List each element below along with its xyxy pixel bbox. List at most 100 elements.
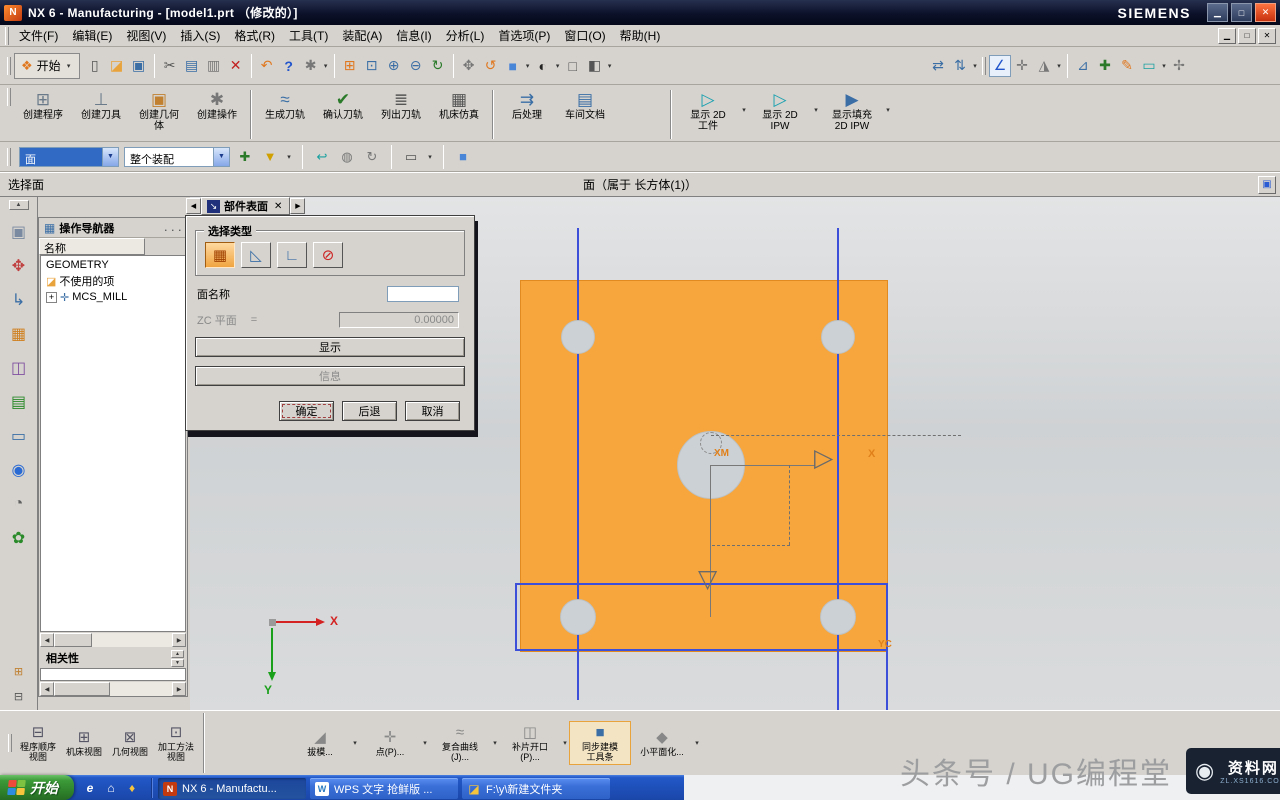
zoom-in-icon[interactable]: ⊕ — [383, 55, 405, 77]
spin-up-icon[interactable]: ▲ — [171, 650, 184, 658]
back-selection-icon[interactable]: ↩ — [312, 147, 332, 167]
menu-format[interactable]: 格式(R) — [227, 24, 282, 47]
expand-icon[interactable]: + — [46, 292, 57, 303]
datum-icon[interactable]: ◮ — [1033, 55, 1055, 77]
hole-face[interactable] — [560, 599, 596, 635]
show-filled-2d-ipw-button[interactable]: ▶ 显示填充 2D IPW — [820, 88, 884, 132]
menu-assemblies[interactable]: 装配(A) — [335, 24, 389, 47]
tab-close-button[interactable]: ✕ — [272, 201, 284, 212]
palette-list-icon[interactable]: ⊟ — [10, 689, 28, 704]
snap-toggle-icon[interactable]: ✚ — [235, 147, 255, 167]
show-2d-ipw-button[interactable]: ▷ 显示 2D IPW — [748, 88, 812, 132]
show-filled-2d-ipw-caret-icon[interactable]: ▾ — [884, 106, 892, 114]
ie-quicklaunch-icon[interactable]: e — [81, 779, 99, 797]
navigator-header[interactable]: ▦ 操作导航器 . . . — [39, 218, 187, 238]
taskbar-task-nx[interactable]: N NX 6 - Manufactu... — [158, 778, 306, 799]
tree-item-unused[interactable]: ◪ 不使用的项 — [41, 273, 185, 289]
dependencies-hscrollbar[interactable]: ◀ ▶ — [40, 682, 186, 696]
scroll-left-icon[interactable]: ◀ — [40, 682, 54, 696]
show-2d-workpiece-button[interactable]: ▷ 显示 2D 工件 — [676, 88, 740, 132]
swatch-caret-icon[interactable]: ▾ — [606, 62, 614, 70]
filter-icon[interactable]: ✢ — [1168, 55, 1190, 77]
rectangle-select-caret-icon[interactable]: ▾ — [426, 153, 434, 161]
verify-toolpath-button[interactable]: ✔ 确认刀轨 — [314, 88, 372, 121]
cut-icon[interactable]: ✂ — [159, 55, 181, 77]
sphere-select-icon[interactable]: ◍ — [337, 147, 357, 167]
create-operation-button[interactable]: ✱ 创建操作 — [188, 88, 246, 121]
menu-analysis[interactable]: 分析(L) — [439, 24, 492, 47]
show-2d-ipw-caret-icon[interactable]: ▾ — [812, 106, 820, 114]
ok-button[interactable]: 确定 — [279, 401, 334, 421]
draft-button[interactable]: ◢ 拔模... — [289, 727, 351, 759]
hd3d-tools-icon[interactable]: ▭ — [6, 424, 32, 448]
point-caret-icon[interactable]: ▾ — [421, 739, 429, 747]
generate-toolpath-button[interactable]: ≈ 生成刀轨 — [256, 88, 314, 121]
create-geometry-button[interactable]: ▣ 创建几何 体 — [130, 88, 188, 132]
windows-start-button[interactable]: 开始 — [0, 775, 74, 800]
tab-scroll-left-button[interactable]: ◀ — [186, 198, 201, 214]
assembly-navigator-icon[interactable]: ▣ — [6, 220, 32, 244]
machine-tool-view-button[interactable]: ⊞ 机床视图 — [61, 727, 107, 759]
toolbar-grip[interactable] — [7, 57, 11, 75]
resource-collapse-button[interactable]: ▲ — [9, 200, 29, 210]
hole-face[interactable] — [561, 320, 595, 354]
scroll-thumb[interactable] — [54, 682, 110, 696]
move-object-icon[interactable]: ⇄ — [927, 55, 949, 77]
back-button[interactable]: 后退 — [342, 401, 397, 421]
undo-icon[interactable]: ↶ — [256, 55, 278, 77]
selection-filter-caret-icon[interactable]: ▾ — [285, 153, 293, 161]
snap-angle-icon[interactable]: ⊿ — [1072, 55, 1094, 77]
pan-icon[interactable]: ✥ — [458, 55, 480, 77]
new-icon[interactable]: ▯ — [84, 55, 106, 77]
mdi-close-button[interactable]: ✕ — [1258, 28, 1276, 44]
show-button[interactable]: 显示 — [195, 337, 465, 357]
program-order-view-button[interactable]: ⊟ 程序顺序 视图 — [15, 722, 61, 764]
save-icon[interactable]: ▣ — [128, 55, 150, 77]
menu-grip[interactable] — [5, 27, 9, 45]
solid-preview-icon[interactable]: ■ — [453, 147, 473, 167]
customize-icon[interactable]: ✱ — [300, 55, 322, 77]
create-tool-button[interactable]: ⊥ 创建刀具 — [72, 88, 130, 121]
machining-method-view-button[interactable]: ⊡ 加工方法 视图 — [153, 722, 199, 764]
draft-caret-icon[interactable]: ▾ — [351, 739, 359, 747]
hole-face[interactable] — [820, 599, 856, 635]
tree-item-geometry[interactable]: GEOMETRY — [41, 257, 185, 273]
toolbar-grip[interactable] — [7, 148, 11, 166]
constraint-navigator-icon[interactable]: ✥ — [6, 254, 32, 278]
open-icon[interactable]: ◪ — [106, 55, 128, 77]
face-select-type-button[interactable]: ▦ — [205, 242, 235, 268]
menu-preferences[interactable]: 首选项(P) — [491, 24, 557, 47]
delete-icon[interactable]: ✕ — [225, 55, 247, 77]
point-button[interactable]: ✛ 点(P)... — [359, 727, 421, 759]
list-toolpath-button[interactable]: ≣ 列出刀轨 — [372, 88, 430, 121]
selection-scope-caret-icon[interactable]: ▼ — [213, 148, 229, 166]
customize-caret-icon[interactable]: ▾ — [322, 62, 330, 70]
snap-point-icon[interactable]: ✚ — [1094, 55, 1116, 77]
shop-doc-button[interactable]: ▤ 车间文档 — [556, 88, 614, 121]
scroll-track[interactable] — [92, 633, 172, 647]
type-filter-combo[interactable]: 面 ▼ — [19, 147, 119, 167]
cycle-selection-icon[interactable]: ↻ — [362, 147, 382, 167]
part-navigator-icon[interactable]: ↳ — [6, 288, 32, 312]
csys-icon[interactable]: ✛ — [1011, 55, 1033, 77]
datum-caret-icon[interactable]: ▾ — [1055, 62, 1063, 70]
geometry-view-button[interactable]: ⊠ 几何视图 — [107, 727, 153, 759]
tab-part-surface[interactable]: ↘ 部件表面 ✕ — [201, 197, 290, 215]
command-finder-icon[interactable]: ? — [278, 55, 300, 77]
swatch-icon[interactable]: ◧ — [584, 55, 606, 77]
transform-icon[interactable]: ⇅ — [949, 55, 971, 77]
shaded-view-icon[interactable]: ■ — [502, 55, 524, 77]
composite-curve-button[interactable]: ≈ 复合曲线 (J)... — [429, 722, 491, 764]
palette-dock-icon[interactable]: ⊞ — [10, 664, 28, 679]
selection-filter-icon[interactable]: ▼ — [260, 147, 280, 167]
transform-caret-icon[interactable]: ▾ — [971, 62, 979, 70]
selection-scope-combo[interactable]: 整个装配 ▼ — [124, 147, 230, 167]
scroll-thumb[interactable] — [54, 633, 92, 647]
menu-tools[interactable]: 工具(T) — [282, 24, 335, 47]
measure-icon[interactable]: ▭ — [1138, 55, 1160, 77]
synchronous-modeling-button[interactable]: ■ 同步建模 工具条 — [569, 721, 631, 765]
menu-file[interactable]: 文件(F) — [12, 24, 65, 47]
operation-navigator-icon[interactable]: ▦ — [6, 322, 32, 346]
paste-icon[interactable]: ▥ — [203, 55, 225, 77]
rectangle-select-icon[interactable]: ▭ — [401, 147, 421, 167]
